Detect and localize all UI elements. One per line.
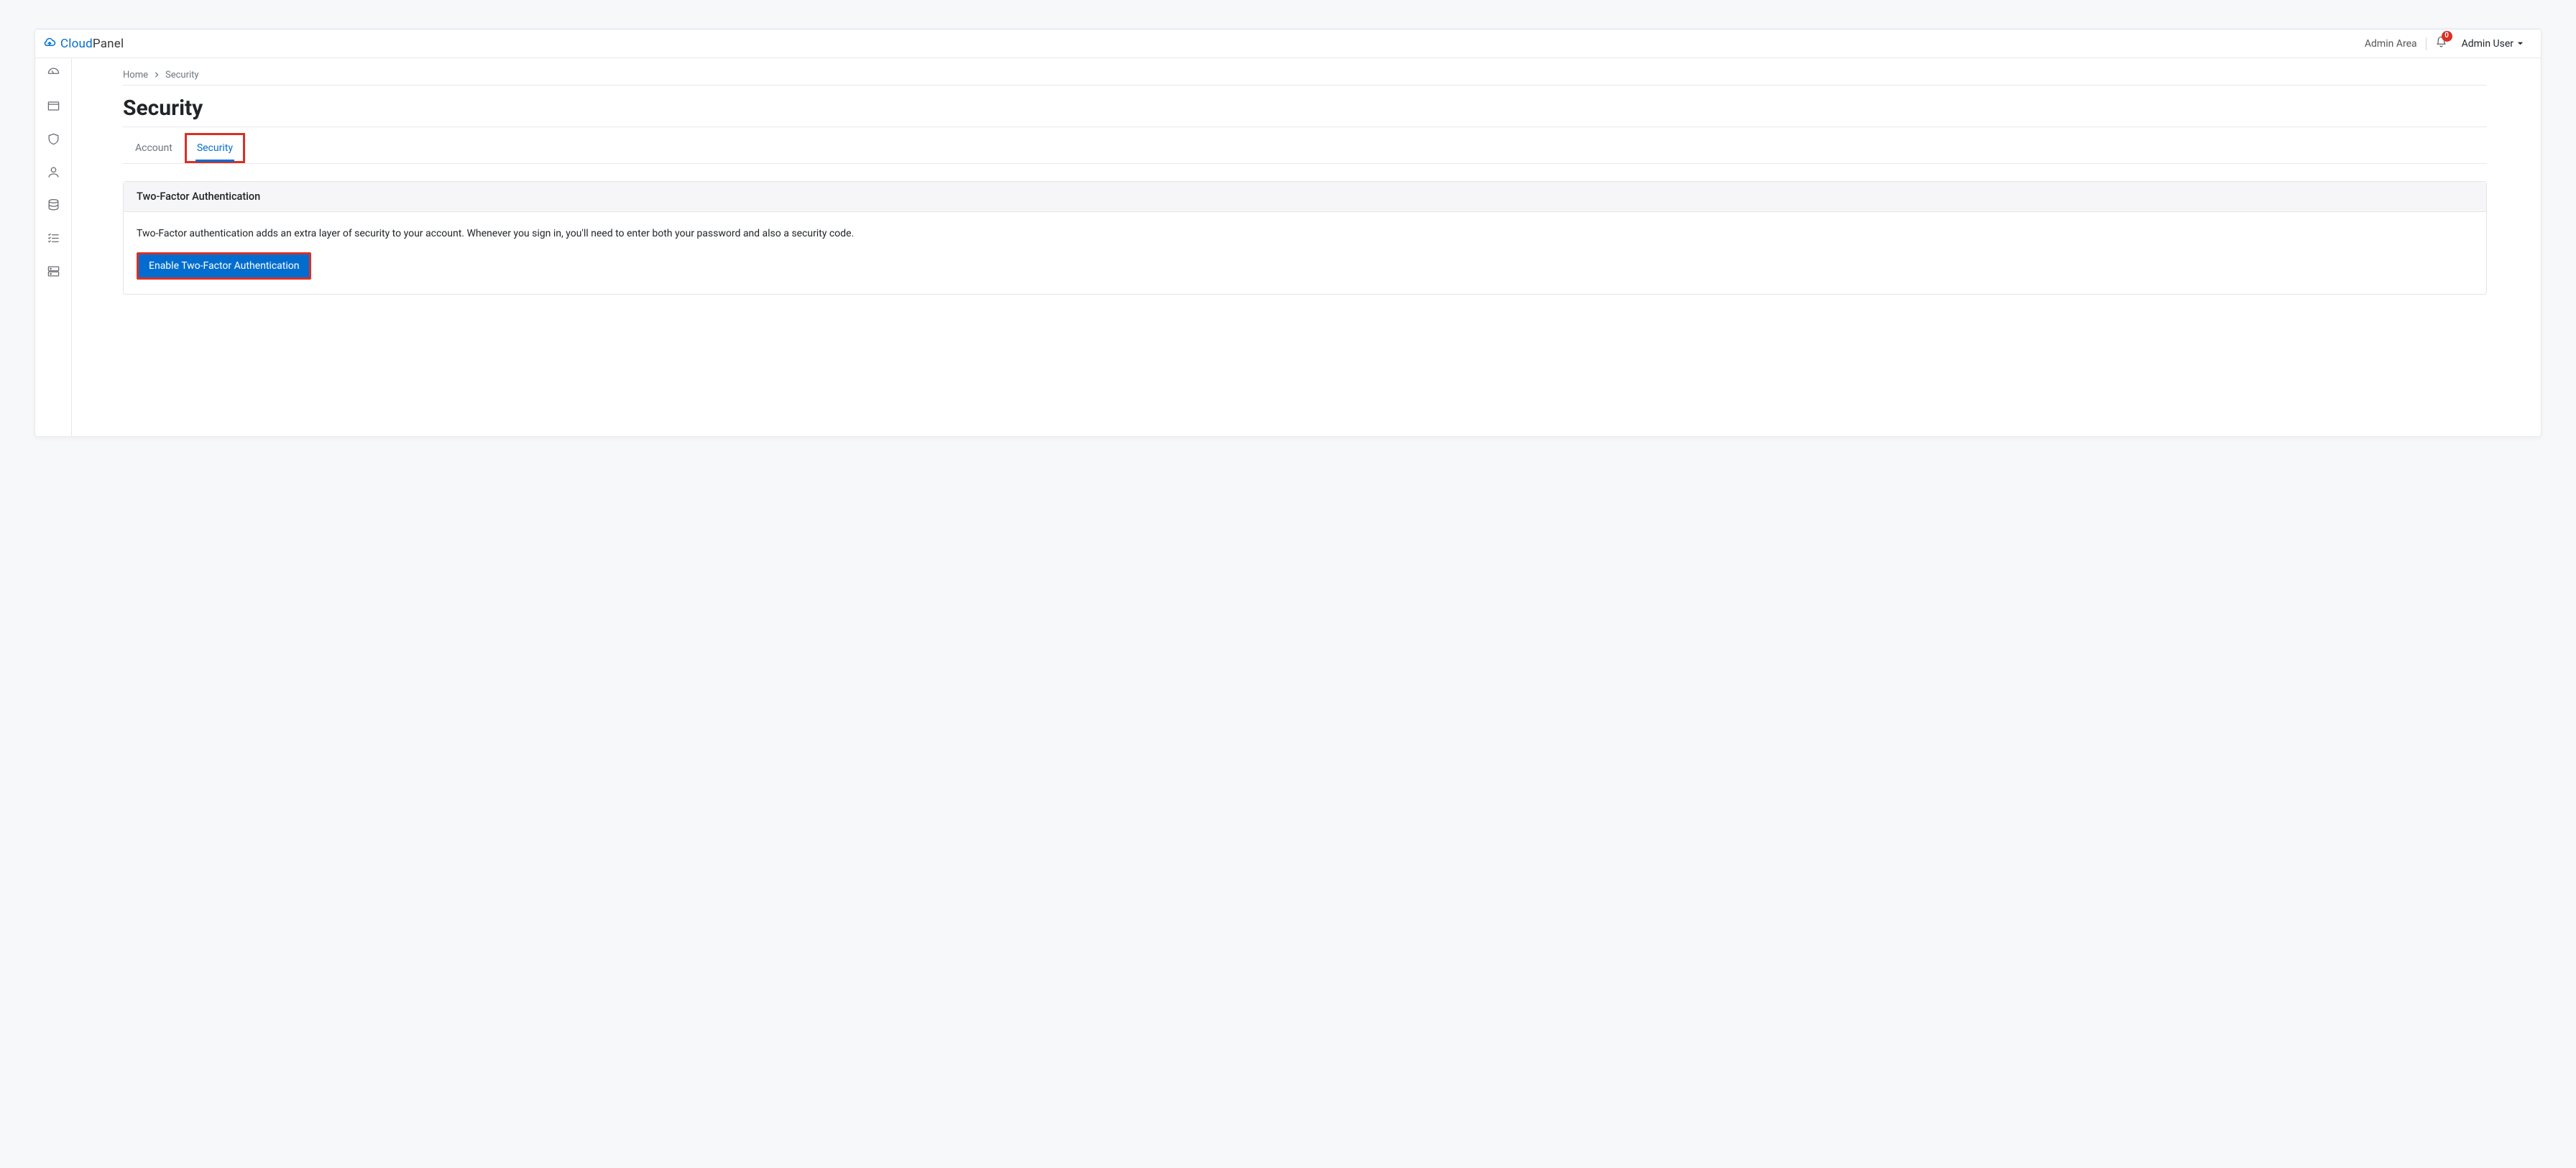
database-icon xyxy=(47,198,60,215)
enable-2fa-button[interactable]: Enable Two-Factor Authentication xyxy=(137,252,311,280)
app-window: CloudPanel Admin Area 0 Admin User xyxy=(34,29,2542,437)
tabs: Account Security xyxy=(123,133,2487,164)
sidebar-item-security[interactable] xyxy=(46,133,60,147)
card-body: Two-Factor authentication adds an extra … xyxy=(124,212,2486,294)
card-header: Two-Factor Authentication xyxy=(124,182,2486,212)
chevron-right-icon xyxy=(154,70,160,81)
breadcrumb: Home Security xyxy=(123,70,2487,81)
sidebar-item-sites[interactable] xyxy=(46,100,60,114)
two-factor-card: Two-Factor Authentication Two-Factor aut… xyxy=(123,181,2487,295)
caret-down-icon xyxy=(2517,38,2524,50)
header-right: Admin Area 0 Admin User xyxy=(2358,35,2531,52)
tab-security[interactable]: Security xyxy=(185,133,245,163)
sidebar-item-databases[interactable] xyxy=(46,199,60,213)
user-menu-label: Admin User xyxy=(2462,38,2513,50)
server-icon xyxy=(47,265,60,281)
sidebar xyxy=(35,58,72,436)
notifications-badge: 0 xyxy=(2442,31,2452,42)
breadcrumb-home[interactable]: Home xyxy=(123,70,148,81)
page-title: Security xyxy=(123,96,2487,121)
header-bar: CloudPanel Admin Area 0 Admin User xyxy=(35,29,2541,58)
brand-logo[interactable]: CloudPanel xyxy=(43,35,124,52)
sidebar-item-users[interactable] xyxy=(46,166,60,180)
tab-account[interactable]: Account xyxy=(123,133,185,163)
sidebar-item-cron[interactable] xyxy=(46,232,60,247)
app-body: Home Security Security Account Security … xyxy=(35,58,2541,436)
admin-area-link[interactable]: Admin Area xyxy=(2358,35,2424,52)
brand-text-cloud: Cloud xyxy=(60,37,93,51)
card-description: Two-Factor authentication adds an extra … xyxy=(137,228,2473,239)
sidebar-item-dashboard[interactable] xyxy=(46,67,60,81)
divider xyxy=(123,85,2487,86)
brand-text-panel: Panel xyxy=(93,37,124,51)
gauge-icon xyxy=(47,66,60,83)
notifications-button[interactable]: 0 xyxy=(2428,35,2455,52)
user-icon xyxy=(47,165,60,182)
shield-icon xyxy=(47,132,60,149)
cloud-icon xyxy=(43,35,56,52)
list-check-icon xyxy=(47,231,60,248)
admin-area-label: Admin Area xyxy=(2365,38,2417,50)
main-content: Home Security Security Account Security … xyxy=(72,58,2541,436)
user-menu[interactable]: Admin User xyxy=(2455,35,2531,52)
breadcrumb-current: Security xyxy=(165,70,199,81)
window-icon xyxy=(47,99,60,116)
sidebar-item-servers[interactable] xyxy=(46,265,60,280)
